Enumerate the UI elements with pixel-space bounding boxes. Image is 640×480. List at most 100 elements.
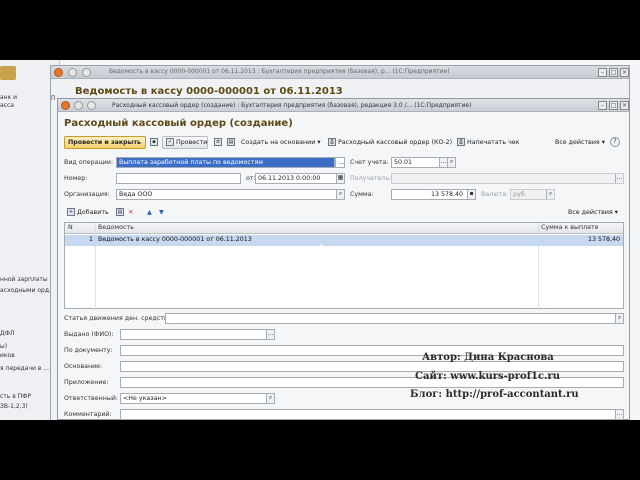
date-field[interactable]: 06.11.2013 0:00:00 ▦ — [255, 173, 345, 184]
number-field[interactable] — [116, 173, 241, 184]
bg-line[interactable]: асса — [0, 102, 14, 109]
bg-line[interactable]: я передачи в ... — [0, 365, 49, 372]
row-statement: Ведомость в кассу 0000-000001 от 06.11.2… — [98, 236, 252, 243]
org-field[interactable]: Веда ООО ⌕ — [116, 189, 345, 200]
check-print-icon: ⎙ — [457, 138, 465, 146]
forward-icon[interactable] — [82, 68, 91, 77]
comment-expand-icon[interactable]: … — [615, 410, 623, 419]
comment-field[interactable]: … — [120, 409, 624, 420]
save-icon[interactable]: ▪ — [150, 136, 160, 149]
table-row[interactable]: 1 Ведомость в кассу 0000-000001 от 06.11… — [65, 235, 623, 246]
watermark-site: Сайт: www.kurs-prof1c.ru — [415, 371, 561, 382]
print-cash-order-button[interactable]: ⎙ Расходный кассовый ордер (КО-2) — [328, 136, 452, 149]
row-number: 1 — [89, 236, 94, 243]
cashflow-label: Статья движения ден. средств: — [64, 315, 170, 322]
app-logo-icon — [54, 68, 63, 77]
printer-icon: ⎙ — [328, 138, 336, 146]
app-logo-icon — [61, 101, 70, 110]
post-label: Провести — [176, 139, 208, 146]
all-actions-menu[interactable]: Все действия ▾ — [555, 136, 605, 149]
back-icon[interactable] — [74, 101, 83, 110]
responsible-value: <Не указан> — [123, 395, 167, 402]
currency-field[interactable]: руб. ⌕ — [510, 189, 555, 200]
forward-icon[interactable] — [87, 101, 96, 110]
recipient-field[interactable]: … — [391, 173, 624, 184]
sum-field[interactable]: 13 578,40 ▪ — [391, 189, 476, 200]
cashflow-search-icon[interactable]: ⌕ — [615, 314, 623, 323]
calendar-icon[interactable]: ▦ — [336, 174, 344, 183]
add-icon: + — [67, 208, 75, 216]
cash-order-titlebar: Расходный кассовый ордер (создание) : Бу… — [58, 99, 629, 112]
comment-label: Комментарий: — [64, 411, 112, 418]
statement-window-title: Ведомость в кассу 0000-000001 от 06.11.2… — [109, 68, 450, 75]
post-icon: ✓ — [166, 138, 174, 146]
issued-dropdown[interactable]: … — [266, 330, 274, 339]
issued-field[interactable]: … — [120, 329, 275, 340]
create-based-on-menu[interactable]: Создать на основании ▾ — [241, 136, 321, 149]
post-button[interactable]: ✓ Провести — [162, 136, 208, 149]
recipient-label: Получатель: — [350, 175, 392, 182]
org-label: Организация: — [64, 191, 110, 198]
post-and-close-button[interactable]: Провести и закрыть — [64, 136, 146, 149]
bg-line[interactable]: ы) — [0, 343, 7, 350]
number-label: Номер: — [64, 175, 88, 182]
minimize-button[interactable]: – — [598, 68, 607, 77]
column-header[interactable]: Ведомость — [98, 224, 134, 231]
op-type-dropdown[interactable]: … — [335, 157, 345, 168]
table-all-actions-menu[interactable]: Все действия ▾ — [568, 206, 618, 219]
row-sum: 13 578,40 — [587, 236, 620, 243]
op-type-select[interactable]: Выплата заработной платы по ведомостям — [116, 157, 335, 168]
statement-titlebar: Ведомость в кассу 0000-000001 от 06.11.2… — [51, 66, 629, 79]
currency-label: Валюта: — [481, 191, 509, 198]
report-icon[interactable]: ▤ — [227, 136, 237, 149]
movements-icon[interactable]: ≡ — [214, 136, 224, 149]
sum-label: Сумма: — [350, 191, 374, 198]
column-header[interactable]: Сумма к выплате — [541, 224, 599, 231]
bg-line[interactable]: ДФЛ — [0, 330, 14, 337]
bg-line[interactable]: ЗВ-1,2,3) — [0, 403, 28, 410]
all-actions-label: Все действия — [555, 139, 600, 146]
bg-line[interactable]: иков — [0, 352, 15, 359]
issued-label: Выдано (ФИО): — [64, 331, 114, 338]
account-field[interactable]: 50.01 … ⌕ — [391, 157, 456, 168]
main-toolbar: Провести и закрыть ▪ ✓ Провести ≡ ▤ Созда… — [64, 136, 624, 150]
bg-line[interactable]: асходными орд... — [0, 287, 55, 294]
move-up-icon[interactable]: ▲ — [147, 206, 152, 219]
close-button[interactable]: × — [620, 101, 629, 110]
maximize-button[interactable]: □ — [609, 101, 618, 110]
cash-order-window-title: Расходный кассовый ордер (создание) : Бу… — [112, 102, 472, 109]
attachment-label: Приложение: — [64, 379, 109, 386]
calculator-icon[interactable]: ▪ — [467, 190, 475, 199]
cashflow-field[interactable]: ⌕ — [165, 313, 624, 324]
print-check-button[interactable]: ⎙ Напечатать чек — [457, 136, 519, 149]
account-dropdown[interactable]: … — [439, 158, 447, 167]
copy-row-icon[interactable]: ▤ — [116, 206, 126, 219]
responsible-search-icon[interactable]: ⌕ — [266, 394, 274, 403]
responsible-label: Ответственный: — [64, 395, 119, 402]
table-header: N Ведомость Сумма к выплате — [65, 223, 623, 234]
delete-row-icon[interactable]: ✕ — [128, 206, 133, 219]
org-search-icon[interactable]: ⌕ — [336, 190, 344, 199]
bg-line[interactable]: сть в ПФР — [0, 393, 31, 400]
watermark-blog: Блог: http://prof-accontant.ru — [410, 389, 579, 400]
statements-table[interactable]: N Ведомость Сумма к выплате 1 Ведомость … — [64, 222, 624, 310]
basis-label: Основание: — [64, 363, 103, 370]
bg-line[interactable]: анк и — [0, 94, 17, 101]
close-button[interactable]: × — [620, 68, 629, 77]
column-header[interactable]: N — [68, 224, 73, 231]
account-search-icon[interactable]: ⌕ — [447, 158, 455, 167]
org-value: Веда ООО — [119, 191, 153, 198]
currency-search-icon[interactable]: ⌕ — [546, 190, 554, 199]
responsible-field[interactable]: <Не указан> ⌕ — [120, 393, 275, 404]
desktop-area: анк и асса нной зарплаты асходными орд..… — [0, 60, 640, 420]
maximize-button[interactable]: □ — [609, 68, 618, 77]
sum-value: 13 578,40 — [430, 191, 463, 198]
help-icon[interactable]: ? — [610, 137, 620, 147]
recipient-dropdown[interactable]: … — [615, 174, 623, 183]
minimize-button[interactable]: – — [598, 101, 607, 110]
move-down-icon[interactable]: ▼ — [159, 206, 164, 219]
add-row-button[interactable]: + Добавить — [67, 206, 109, 219]
currency-value: руб. — [513, 191, 527, 198]
bg-line[interactable]: нной зарплаты — [0, 276, 48, 283]
back-icon[interactable] — [68, 68, 77, 77]
